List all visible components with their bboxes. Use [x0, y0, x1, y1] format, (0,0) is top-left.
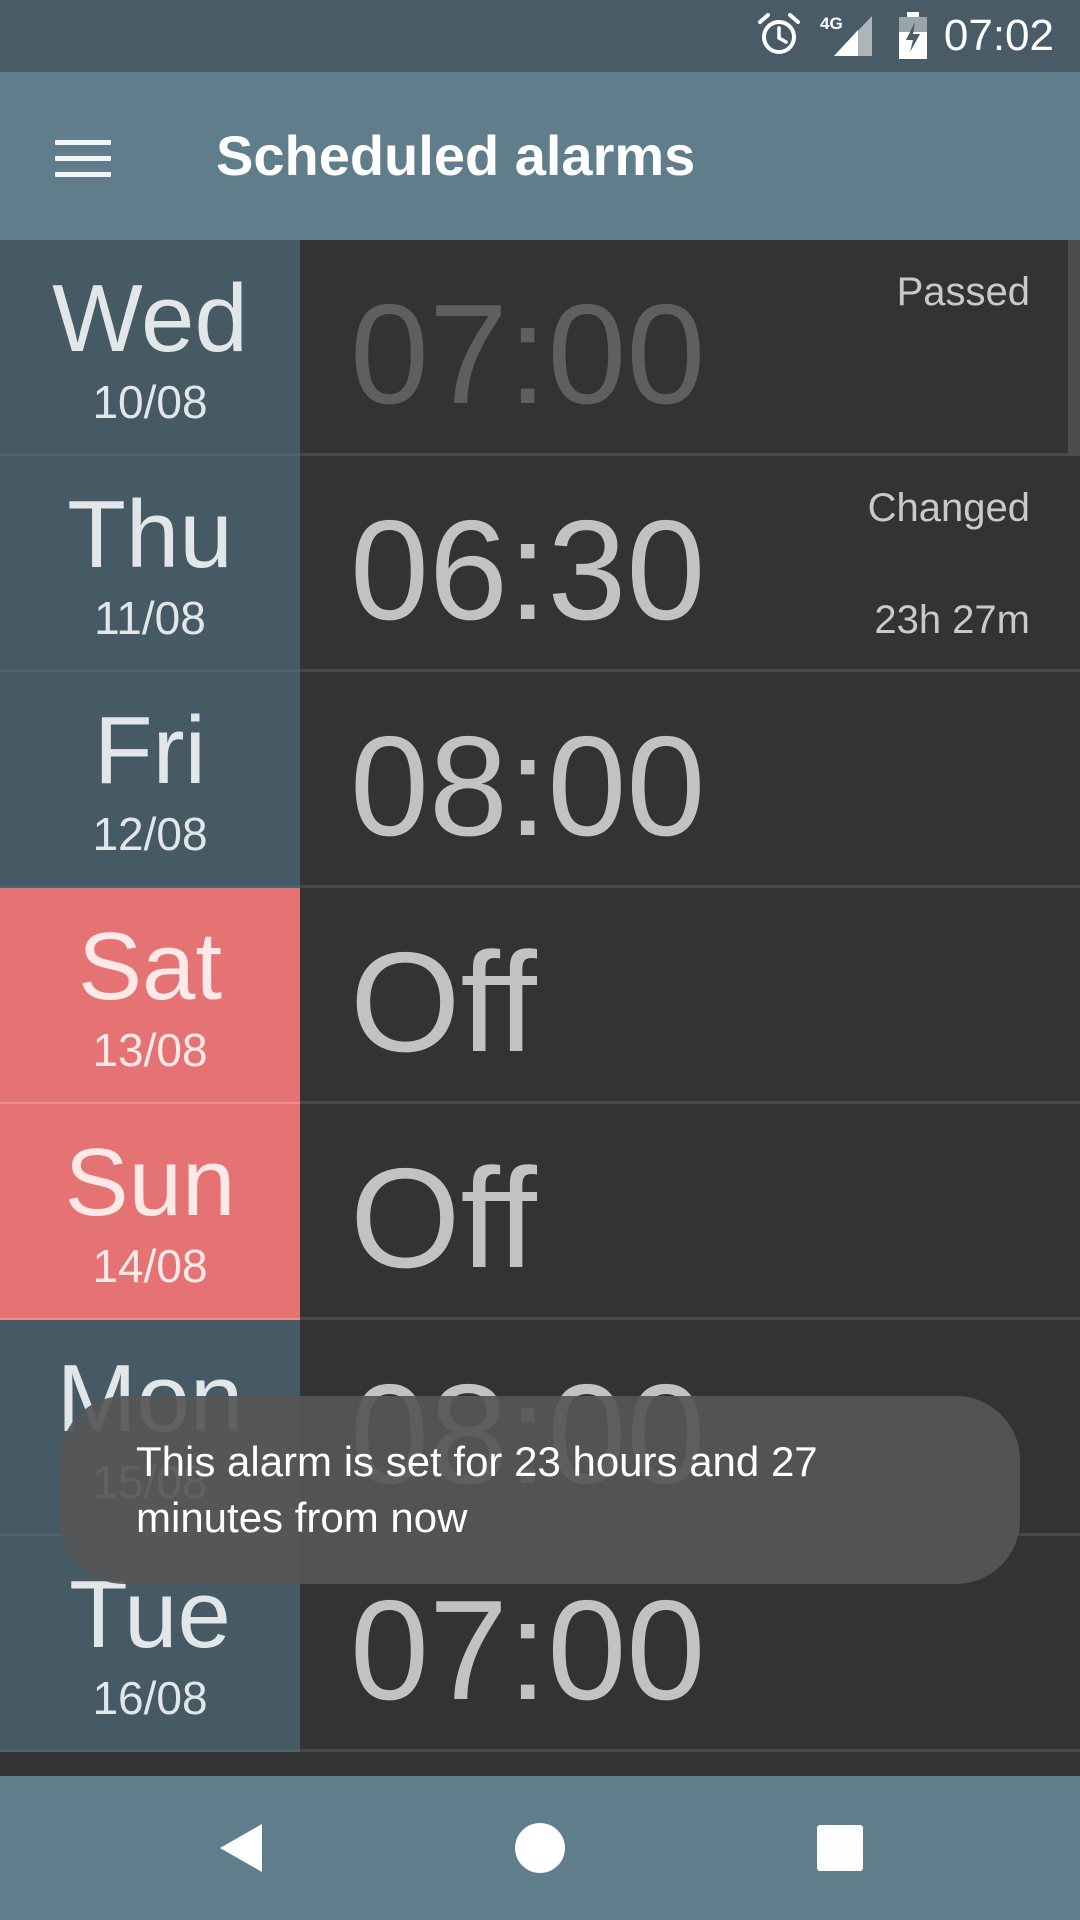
battery-charging-icon: [899, 12, 927, 59]
day-name: Wed: [52, 265, 248, 372]
day-date: 14/08: [92, 1240, 208, 1292]
hamburger-menu-icon[interactable]: [50, 132, 118, 184]
day-cell-weekend: Sun 14/08: [0, 1104, 300, 1320]
time-cell[interactable]: 07:00 Passed: [300, 240, 1080, 600]
alarm-status-label: Passed: [896, 270, 1030, 314]
day-cell: Fri 12/08: [0, 672, 300, 888]
svg-text:4G: 4G: [820, 14, 843, 33]
alarm-row-wed[interactable]: Wed 10/08 07:00 Passed: [0, 240, 1080, 600]
day-cell: Thu 11/08: [0, 456, 300, 672]
alarm-time: 06:30: [350, 491, 706, 650]
alarm-time-remaining: 23h 27m: [874, 598, 1030, 642]
day-date: 12/08: [92, 808, 208, 860]
status-time: 07:02: [943, 11, 1054, 60]
page-title: Scheduled alarms: [216, 124, 696, 187]
alarm-status-label: Changed: [867, 486, 1030, 530]
back-icon[interactable]: [214, 1820, 270, 1876]
signal-4g-icon: 4G: [820, 14, 872, 56]
day-name: Sun: [64, 1129, 236, 1236]
day-date: 10/08: [92, 376, 208, 428]
time-cell[interactable]: 06:30 Changed 23h 27m: [300, 456, 1080, 672]
time-cell[interactable]: Off: [300, 888, 1080, 1104]
alarm-row-thu[interactable]: Thu 11/08 06:30 Changed 23h 27m: [0, 456, 1080, 672]
alarm-time: Off: [350, 923, 537, 1082]
day-name: Fri: [94, 697, 206, 804]
toast-message: This alarm is set for 23 hours and 27 mi…: [60, 1396, 1020, 1584]
day-name: Thu: [67, 481, 233, 588]
day-name: Sat: [77, 913, 223, 1020]
alarm-time: 08:00: [350, 707, 706, 866]
navigation-bar: [0, 1776, 1080, 1920]
day-cell-weekend: Sat 13/08: [0, 888, 300, 1104]
toast-text: This alarm is set for 23 hours and 27 mi…: [136, 1438, 818, 1541]
recents-icon[interactable]: [812, 1820, 868, 1876]
alarm-clock-icon: [758, 13, 800, 54]
time-cell[interactable]: 08:00: [300, 672, 1080, 888]
day-date: 16/08: [92, 1672, 208, 1724]
alarm-time: 07:00: [350, 1571, 706, 1730]
alarm-row-sun[interactable]: Sun 14/08 Off: [0, 1104, 1080, 1320]
status-bar: 4G 07:02: [0, 0, 1080, 72]
day-date: 13/08: [92, 1024, 208, 1076]
day-cell: Wed 10/08: [0, 240, 300, 456]
home-icon[interactable]: [512, 1820, 568, 1876]
alarm-row-fri[interactable]: Fri 12/08 08:00: [0, 672, 1080, 888]
alarm-time: Off: [350, 1139, 537, 1298]
app-bar: Scheduled alarms: [0, 72, 1080, 240]
time-cell[interactable]: Off: [300, 1104, 1080, 1320]
alarm-time: 07:00: [350, 275, 706, 434]
day-date: 11/08: [94, 592, 206, 644]
alarm-row-sat[interactable]: Sat 13/08 Off: [0, 888, 1080, 1104]
